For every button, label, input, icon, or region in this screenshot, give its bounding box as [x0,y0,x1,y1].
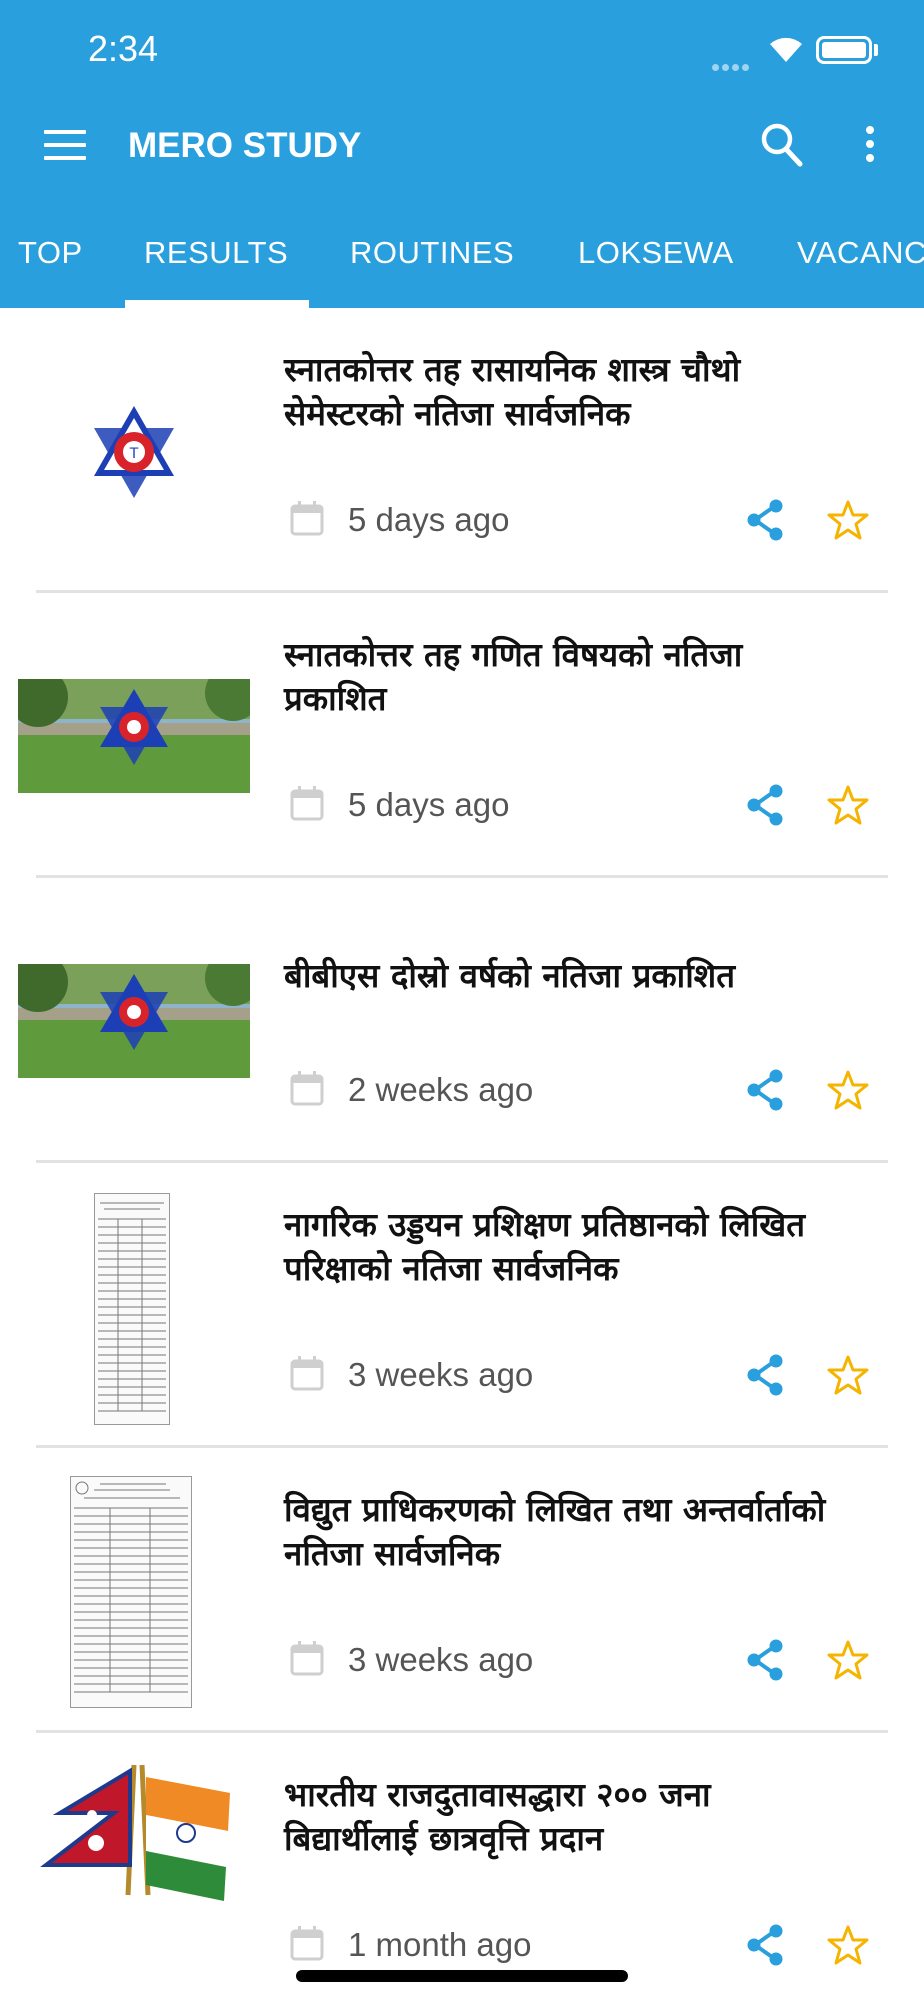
tab-top[interactable]: TOP [18,228,83,308]
article-title[interactable]: नागरिक उड्डयन प्रशिक्षण प्रतिष्ठानको लिख… [284,1203,844,1291]
home-indicator[interactable] [296,1970,628,1982]
tab-routines[interactable]: ROUTINES [350,228,514,308]
article-title[interactable]: बीबीएस दोस्रो वर्षको नतिजा प्रकाशित [284,954,844,998]
result-document-thumbnail [94,1193,170,1425]
star-icon[interactable] [826,783,870,827]
tab-vacancy[interactable]: VACANC [797,228,924,308]
tab-bar: TOP RESULTS ROUTINES LOKSEWA VACANC [0,228,924,308]
share-icon[interactable] [744,498,788,542]
article-title[interactable]: विद्युत प्राधिकरणको लिखित तथा अन्तर्वार्… [284,1488,844,1576]
article-date: 3 weeks ago [348,1356,534,1393]
article-date: 3 weeks ago [348,1641,534,1678]
signal-icon [712,56,752,75]
calendar-icon [290,1641,324,1676]
article-title[interactable]: स्नातकोत्तर तह गणित विषयको नतिजा प्रकाशि… [284,633,844,721]
calendar-icon [290,1356,324,1391]
calendar-icon [290,786,324,821]
star-icon[interactable] [826,1638,870,1682]
wifi-icon [770,37,802,62]
star-icon[interactable] [826,1353,870,1397]
article-title[interactable]: भारतीय राजदुतावासद्धारा २०० जना बिद्यार्… [284,1773,844,1861]
tu-campus-thumbnail [18,964,250,1078]
article-date: 5 days ago [348,501,510,538]
article-date: 2 weeks ago [348,1071,534,1108]
tu-logo-thumbnail: T [94,406,174,498]
list-item[interactable]: भारतीय राजदुतावासद्धारा २०० जना बिद्यार्… [0,1733,924,2000]
list-item[interactable]: विद्युत प्राधिकरणको लिखित तथा अन्तर्वार्… [0,1448,924,1733]
list-item[interactable]: स्नातकोत्तर तह गणित विषयको नतिजा प्रकाशि… [0,593,924,878]
share-icon[interactable] [744,1068,788,1112]
svg-text:T: T [129,446,139,462]
share-icon[interactable] [744,1638,788,1682]
search-icon[interactable] [760,122,804,168]
share-icon[interactable] [744,1353,788,1397]
article-title[interactable]: स्नातकोत्तर तह रासायनिक शास्त्र चौथो सेम… [284,348,844,436]
tab-loksewa[interactable]: LOKSEWA [578,228,734,308]
star-icon[interactable] [826,498,870,542]
status-time: 2:34 [88,28,159,69]
list-item[interactable]: नागरिक उड्डयन प्रशिक्षण प्रतिष्ठानको लिख… [0,1163,924,1448]
share-icon[interactable] [744,783,788,827]
tu-campus-thumbnail [18,679,250,793]
battery-tip [874,44,878,56]
article-date: 1 month ago [348,1926,532,1963]
active-tab-indicator [125,300,309,308]
app-title: MERO STUDY [128,126,362,165]
list-item[interactable]: बीबीएस दोस्रो वर्षको नतिजा प्रकाशित 2 we… [0,878,924,1163]
calendar-icon [290,1926,324,1961]
result-document-thumbnail [70,1476,192,1708]
list-item[interactable]: T स्नातकोत्तर तह रासायनिक शास्त्र चौथो स… [0,308,924,593]
calendar-icon [290,1071,324,1106]
article-date: 5 days ago [348,786,510,823]
more-options-icon[interactable] [866,126,876,168]
tab-results[interactable]: RESULTS [144,228,288,308]
star-icon[interactable] [826,1068,870,1112]
app-bar: 2:34 MERO STUDY TOP RESULTS ROUTINES LOK… [0,0,924,308]
share-icon[interactable] [744,1923,788,1967]
nepal-india-flags-thumbnail [40,1764,230,1901]
calendar-icon [290,501,324,536]
hamburger-menu-icon[interactable] [44,130,86,160]
battery-icon [816,36,872,64]
star-icon[interactable] [826,1923,870,1967]
